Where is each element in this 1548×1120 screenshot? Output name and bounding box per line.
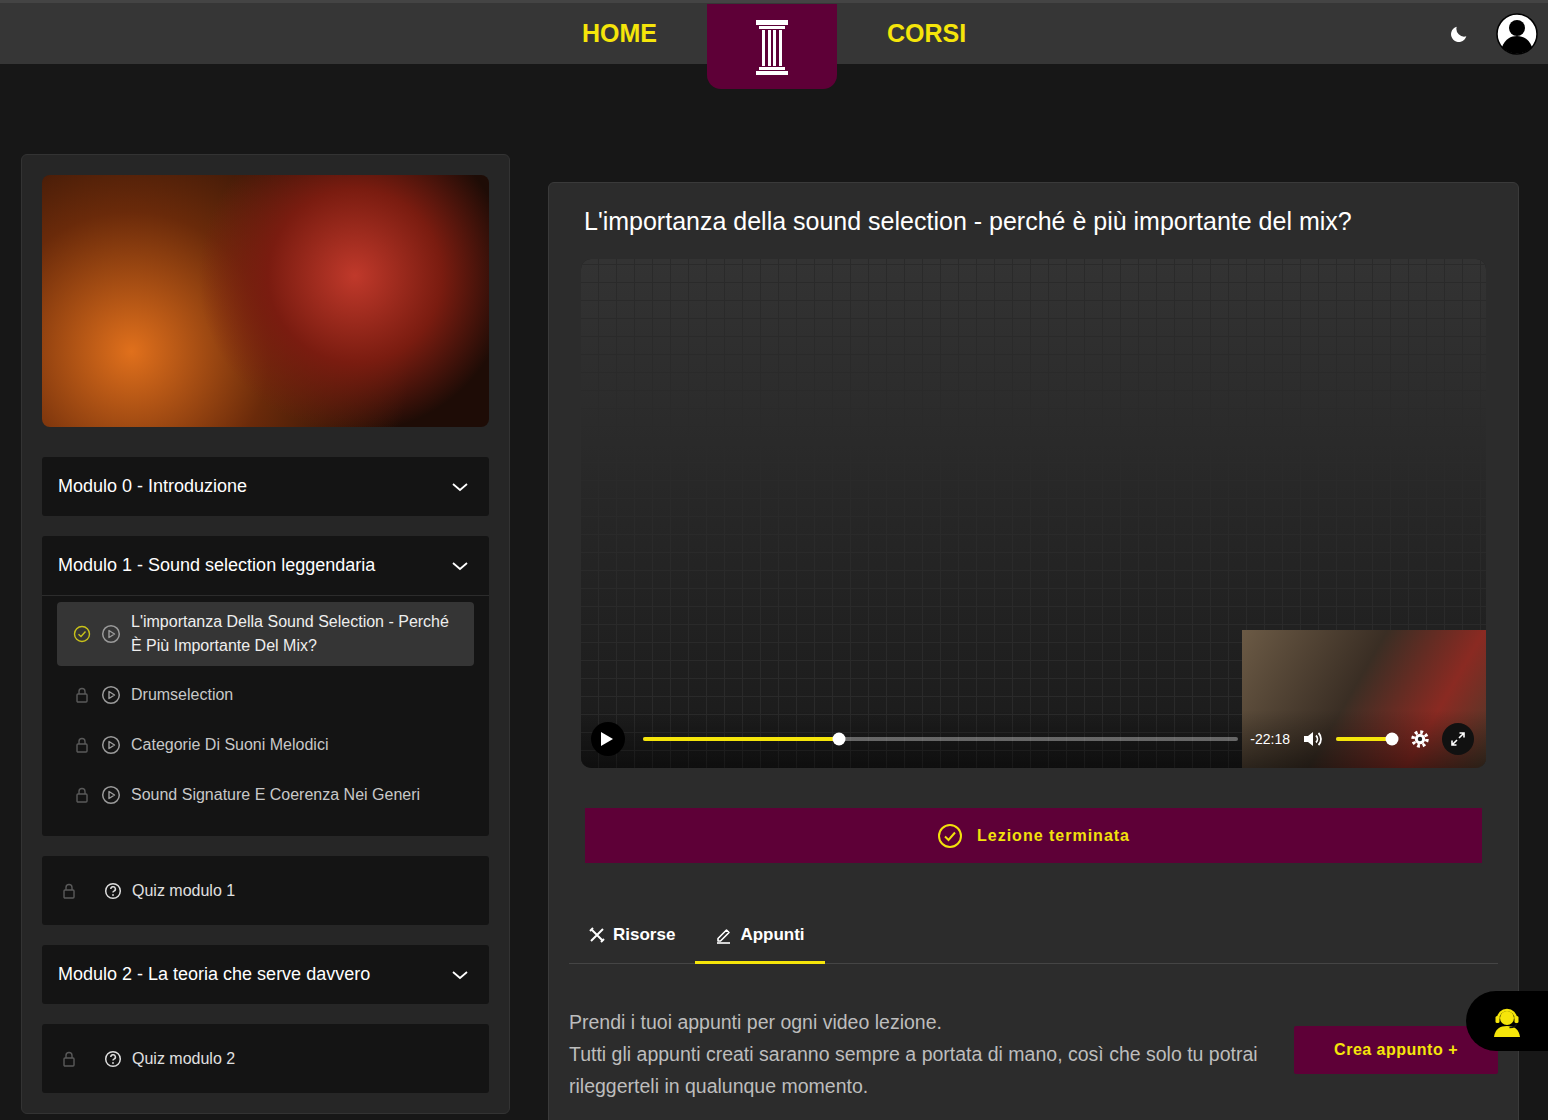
quiz-title: Quiz modulo 2 (132, 1050, 235, 1068)
lesson-title: Drumselection (131, 683, 233, 707)
remaining-time: -22:18 (1250, 731, 1290, 747)
lesson-title: Sound Signature E Coerenza Nei Generi (131, 783, 420, 807)
notes-line: Tutti gli appunti creati saranno sempre … (569, 1038, 1270, 1102)
lesson-item[interactable]: Sound Signature E Coerenza Nei Generi (57, 770, 474, 820)
course-cover (42, 175, 489, 427)
notes-section: Prendi i tuoi appunti per ogni video lez… (569, 1006, 1498, 1102)
video-player[interactable]: -22:18 (581, 259, 1486, 768)
play-circle-icon (101, 785, 121, 805)
create-note-button[interactable]: Crea appunto + (1294, 1026, 1498, 1074)
module-header[interactable]: Modulo 1 - Sound selection leggendaria (42, 536, 489, 595)
gear-icon[interactable] (1410, 729, 1430, 749)
complete-lesson-button[interactable]: Lezione terminata (585, 808, 1482, 863)
quiz-item[interactable]: Quiz modulo 1 (42, 856, 489, 925)
support-button[interactable] (1466, 991, 1548, 1051)
lock-icon (60, 882, 78, 900)
play-icon (600, 731, 614, 747)
progress-knob[interactable] (833, 733, 846, 746)
lesson-list: L'importanza Della Sound Selection - Per… (42, 595, 489, 836)
fullscreen-icon (1450, 731, 1466, 747)
tab[interactable]: Risorse (569, 911, 695, 964)
notes-description: Prendi i tuoi appunti per ogni video lez… (569, 1006, 1270, 1102)
module: Modulo 2 - La teoria che serve davvero (42, 945, 489, 1004)
question-circle-icon (104, 1050, 122, 1068)
video-controls: -22:18 (581, 710, 1486, 768)
course-sidebar: Modulo 0 - Introduzione Modulo 1 - Sound … (21, 154, 510, 1114)
question-circle-icon (104, 882, 122, 900)
volume-knob[interactable] (1385, 733, 1398, 746)
tab-bar: Risorse Appunti (569, 911, 1498, 964)
module-title: Modulo 0 - Introduzione (58, 476, 247, 497)
check-circle-icon (73, 625, 91, 643)
tab[interactable]: Appunti (695, 911, 824, 964)
lesson-title: L'importanza Della Sound Selection - Per… (131, 610, 458, 658)
notes-line: Prendi i tuoi appunti per ogni video lez… (569, 1006, 1270, 1038)
moon-icon[interactable] (1448, 23, 1470, 45)
volume-slider[interactable] (1336, 737, 1398, 741)
top-bar: HOME CORSI (0, 0, 1548, 64)
lock-icon (73, 686, 91, 704)
chevron-down-icon (451, 969, 469, 981)
lesson-item[interactable]: Drumselection (57, 670, 474, 720)
layout: Modulo 0 - Introduzione Modulo 1 - Sound … (0, 64, 1548, 1120)
fullscreen-button[interactable] (1442, 723, 1474, 755)
tab-label: Appunti (740, 925, 804, 945)
lesson-item[interactable]: L'importanza Della Sound Selection - Per… (57, 602, 474, 666)
module: Modulo 1 - Sound selection leggendaria L'… (42, 536, 489, 836)
lesson-title: Categorie Di Suoni Melodici (131, 733, 328, 757)
chevron-down-icon (451, 560, 469, 572)
lesson-title: L'importanza della sound selection - per… (584, 205, 1483, 237)
module: Modulo 0 - Introduzione (42, 457, 489, 516)
module-header[interactable]: Modulo 2 - La teoria che serve davvero (42, 945, 489, 1004)
user-avatar-icon[interactable] (1496, 13, 1538, 55)
module-header[interactable]: Modulo 0 - Introduzione (42, 457, 489, 516)
quiz-title: Quiz modulo 1 (132, 882, 235, 900)
tools-icon (589, 927, 605, 943)
play-circle-icon (101, 624, 121, 644)
module-title: Modulo 2 - La teoria che serve davvero (58, 964, 370, 985)
nav-link[interactable]: CORSI (887, 3, 966, 64)
main-nav: HOME CORSI (582, 3, 966, 64)
play-button[interactable] (591, 722, 625, 756)
lock-icon (73, 786, 91, 804)
lock-icon (73, 736, 91, 754)
lesson-item[interactable]: Categorie Di Suoni Melodici (57, 720, 474, 770)
complete-label: Lezione terminata (977, 827, 1130, 845)
chevron-down-icon (451, 481, 469, 493)
quiz-item[interactable]: Quiz modulo 2 (42, 1024, 489, 1093)
support-headset-icon (1490, 1004, 1524, 1038)
tab-label: Risorse (613, 925, 675, 945)
play-circle-icon (101, 735, 121, 755)
pencil-icon (715, 927, 732, 944)
check-circle-icon (937, 823, 963, 849)
volume-icon[interactable] (1302, 729, 1324, 749)
module-title: Modulo 1 - Sound selection leggendaria (58, 555, 375, 576)
nav-link[interactable]: HOME (582, 3, 657, 64)
nav-actions (1448, 3, 1548, 64)
progress-bar[interactable] (643, 737, 1238, 741)
lesson-panel: L'importanza della sound selection - per… (548, 182, 1519, 1120)
lock-icon (60, 1050, 78, 1068)
pillar-logo-icon (755, 18, 789, 76)
play-circle-icon (101, 685, 121, 705)
logo[interactable] (707, 4, 837, 89)
page: HOME CORSI Modulo 0 - Introduzione Modulo 1… (0, 0, 1548, 1120)
